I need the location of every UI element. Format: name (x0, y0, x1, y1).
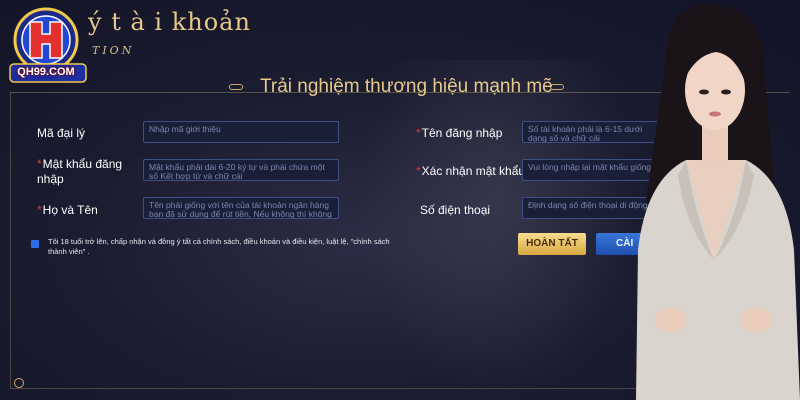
page-header-subtitle: TION (92, 44, 135, 57)
password-input[interactable]: Mật khẩu phải dài 6-20 ký tự và phải chứ… (143, 159, 339, 181)
terms-text: Tôi 18 tuổi trở lên, chấp nhận và đồng ý… (48, 237, 390, 256)
confirm-password-label: *Xác nhận mật khẩu (416, 164, 526, 178)
corner-ornament-icon (14, 378, 24, 388)
frame-bottom-border (10, 388, 650, 389)
full-name-label: *Họ và Tên (37, 203, 98, 217)
form-title: Trải nghiệm thương hiệu mạnh mẽ (260, 76, 553, 97)
phone-label: Số điện thoại (420, 203, 491, 217)
full-name-input[interactable]: Tên phải giống với tên của tài khoản ngâ… (143, 197, 339, 219)
username-label: *Tên đăng nhập (416, 126, 503, 140)
terms-checkbox[interactable] (31, 240, 39, 248)
ornament-left-icon (229, 84, 243, 90)
page-header-title: ý t à i khoản (88, 8, 251, 36)
frame-left-border (10, 92, 11, 388)
finish-button[interactable]: HOÀN TẤT (518, 233, 586, 255)
background-artwork (360, 60, 640, 400)
logo-text: QH99.COM (17, 66, 75, 78)
agent-code-label: Mã đại lý (37, 126, 86, 140)
password-label: *Mật khẩu đăng nhập (37, 157, 123, 186)
agent-code-input[interactable]: Nhập mã giới thiệu (143, 121, 339, 143)
model-photo (636, 4, 800, 400)
